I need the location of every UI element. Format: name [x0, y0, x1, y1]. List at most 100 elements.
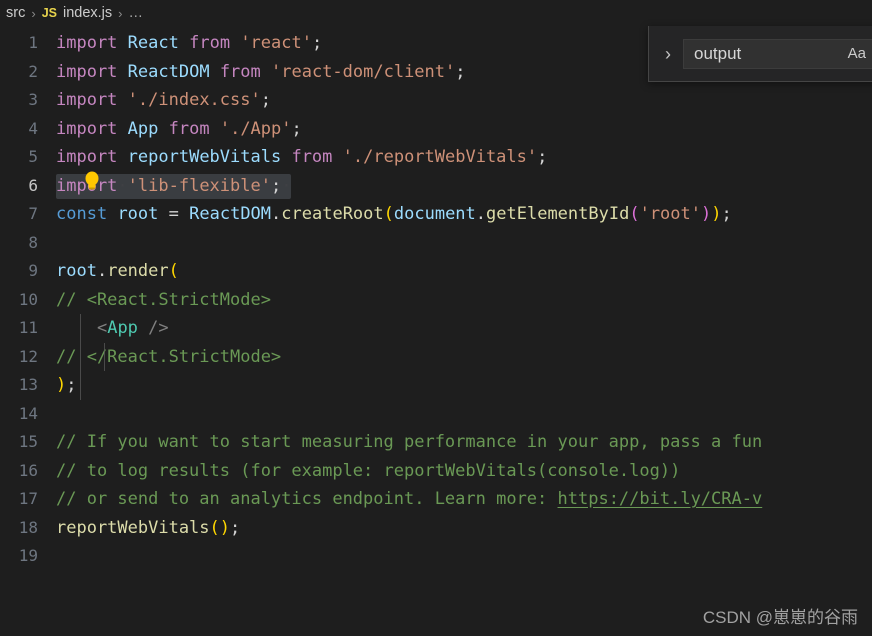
code-line[interactable]: 11 <App /> [0, 314, 872, 343]
code-line[interactable]: 16 // to log results (for example: repor… [0, 457, 872, 486]
token-string: 'lib-flexible' [127, 175, 271, 196]
token-jsx-open: < [96, 318, 108, 338]
token-keyword: import [56, 118, 118, 139]
token-semicolon: ; [260, 90, 271, 110]
breadcrumb-folder[interactable]: src [6, 5, 25, 21]
token-jsx-component: App [107, 318, 138, 338]
line-text: // </React.StrictMode> [56, 343, 872, 372]
line-text: // or send to an analytics endpoint. Lea… [56, 485, 872, 514]
code-line[interactable]: 12 // </React.StrictMode> [0, 343, 872, 372]
token-object: ReactDOM [189, 204, 272, 224]
line-number: 16 [18, 460, 38, 480]
chevron-right-icon: › [31, 5, 36, 21]
comment-link[interactable]: https://bit.ly/CRA-v [558, 489, 763, 509]
token-dot: . [96, 261, 108, 281]
token-identifier: root [117, 204, 159, 224]
code-line[interactable]: 5 import reportWebVitals from './reportW… [0, 143, 872, 172]
token-equals: = [168, 204, 179, 224]
token-semicolon: ; [270, 175, 282, 196]
code-line[interactable]: 3 import './index.css'; [0, 86, 872, 115]
whitespace-dot-2: · [281, 175, 292, 196]
javascript-file-icon: JS [41, 6, 57, 20]
code-line[interactable]: 13 ); [0, 371, 872, 400]
token-comment: // <React.StrictMode> [56, 289, 271, 310]
token-identifier: reportWebVitals [127, 147, 282, 167]
token-comment: // or send to an analytics endpoint. Lea… [56, 489, 558, 509]
token-dot: . [271, 204, 282, 224]
breadcrumb-symbol-ellipsis[interactable]: … [129, 5, 145, 21]
token-paren-open: ( [383, 204, 394, 224]
token-paren-open-2: ( [629, 204, 640, 224]
token-dot-2: . [475, 204, 487, 224]
find-input[interactable]: output Aa [683, 38, 872, 69]
code-editor[interactable]: 1 import React from 'react'; 2 import Re… [0, 26, 872, 636]
code-line[interactable]: 9 root.render( [0, 257, 872, 286]
code-line[interactable]: 17 // or send to an analytics endpoint. … [0, 485, 872, 514]
token-identifier: App [127, 118, 159, 139]
token-semicolon: ; [455, 61, 466, 82]
line-number: 13 [18, 375, 38, 394]
code-line[interactable]: 18 reportWebVitals(); [0, 514, 872, 543]
token-string: './App' [219, 118, 292, 139]
token-semicolon: ; [721, 204, 732, 224]
line-text: import './index.css'; [56, 86, 872, 115]
token-comment: // to log results (for example: reportWe… [56, 460, 681, 481]
code-line[interactable]: 10 // <React.StrictMode> [0, 286, 872, 315]
line-text: root.render( [56, 257, 872, 286]
line-number: 2 [28, 61, 38, 81]
token-identifier: React [127, 33, 179, 53]
token-string: 'react' [240, 33, 312, 53]
line-text: // <React.StrictMode> [56, 286, 872, 315]
code-line[interactable]: 15 // If you want to start measuring per… [0, 428, 872, 457]
code-line[interactable]: 4 import App from './App'; [0, 115, 872, 144]
line-number: 14 [18, 403, 38, 423]
line-text: // to log results (for example: reportWe… [56, 457, 872, 486]
token-comment: // If you want to start measuring perfor… [56, 432, 763, 452]
token-from: from [168, 118, 210, 139]
token-keyword: import [56, 33, 118, 53]
breadcrumb: src › JS index.js › … [0, 0, 872, 26]
line-number: 10 [18, 289, 38, 309]
line-number: 17 [18, 489, 38, 508]
token-function: render [107, 261, 169, 281]
watermark: CSDN @崽崽的谷雨 [702, 608, 858, 627]
line-number-active: 6 [28, 175, 38, 195]
token-string: 'root' [639, 204, 701, 224]
token-jsx-close: /> [148, 318, 169, 338]
token-semicolon: ; [66, 375, 77, 395]
code-line[interactable]: 7 const root = ReactDOM.createRoot(docum… [0, 200, 872, 229]
lightbulb-icon[interactable] [82, 170, 102, 192]
token-from: from [291, 147, 333, 167]
vscode-editor-window: src › JS index.js › … 1 import React fro… [0, 0, 872, 636]
match-case-icon[interactable]: Aa [844, 43, 870, 64]
line-number: 18 [18, 517, 38, 537]
token-function: createRoot [281, 204, 384, 224]
line-number: 19 [18, 546, 38, 565]
breadcrumb-file[interactable]: index.js [63, 5, 112, 21]
line-number: 5 [28, 147, 38, 166]
line-number: 11 [18, 318, 38, 337]
indent-guide-2 [104, 343, 105, 371]
line-number: 12 [18, 346, 38, 366]
code-line[interactable]: 8 [0, 229, 872, 258]
token-paren-open: ( [168, 261, 179, 281]
token-keyword: import [56, 147, 118, 167]
find-input-value[interactable]: output [694, 44, 844, 64]
token-keyword: import [56, 61, 118, 82]
line-text: // If you want to start measuring perfor… [56, 428, 872, 457]
token-function: reportWebVitals [56, 517, 210, 538]
code-line[interactable]: 19 [0, 542, 872, 571]
code-content: 1 import React from 'react'; 2 import Re… [0, 26, 872, 571]
line-number: 3 [28, 90, 38, 109]
find-widget[interactable]: › output Aa [648, 26, 872, 82]
line-text: <App /> [56, 314, 872, 343]
line-number: 7 [28, 204, 38, 223]
token-keyword: import [56, 90, 118, 110]
line-number: 15 [18, 432, 38, 451]
toggle-replace-chevron-icon[interactable]: › [657, 45, 679, 63]
token-string: './index.css' [127, 90, 261, 110]
code-line[interactable]: 14 [0, 400, 872, 429]
token-string: 'react-dom/client' [271, 61, 456, 82]
token-semicolon: ; [230, 517, 241, 538]
code-line-active[interactable]: 6 import·'lib-flexible';· [0, 172, 872, 201]
